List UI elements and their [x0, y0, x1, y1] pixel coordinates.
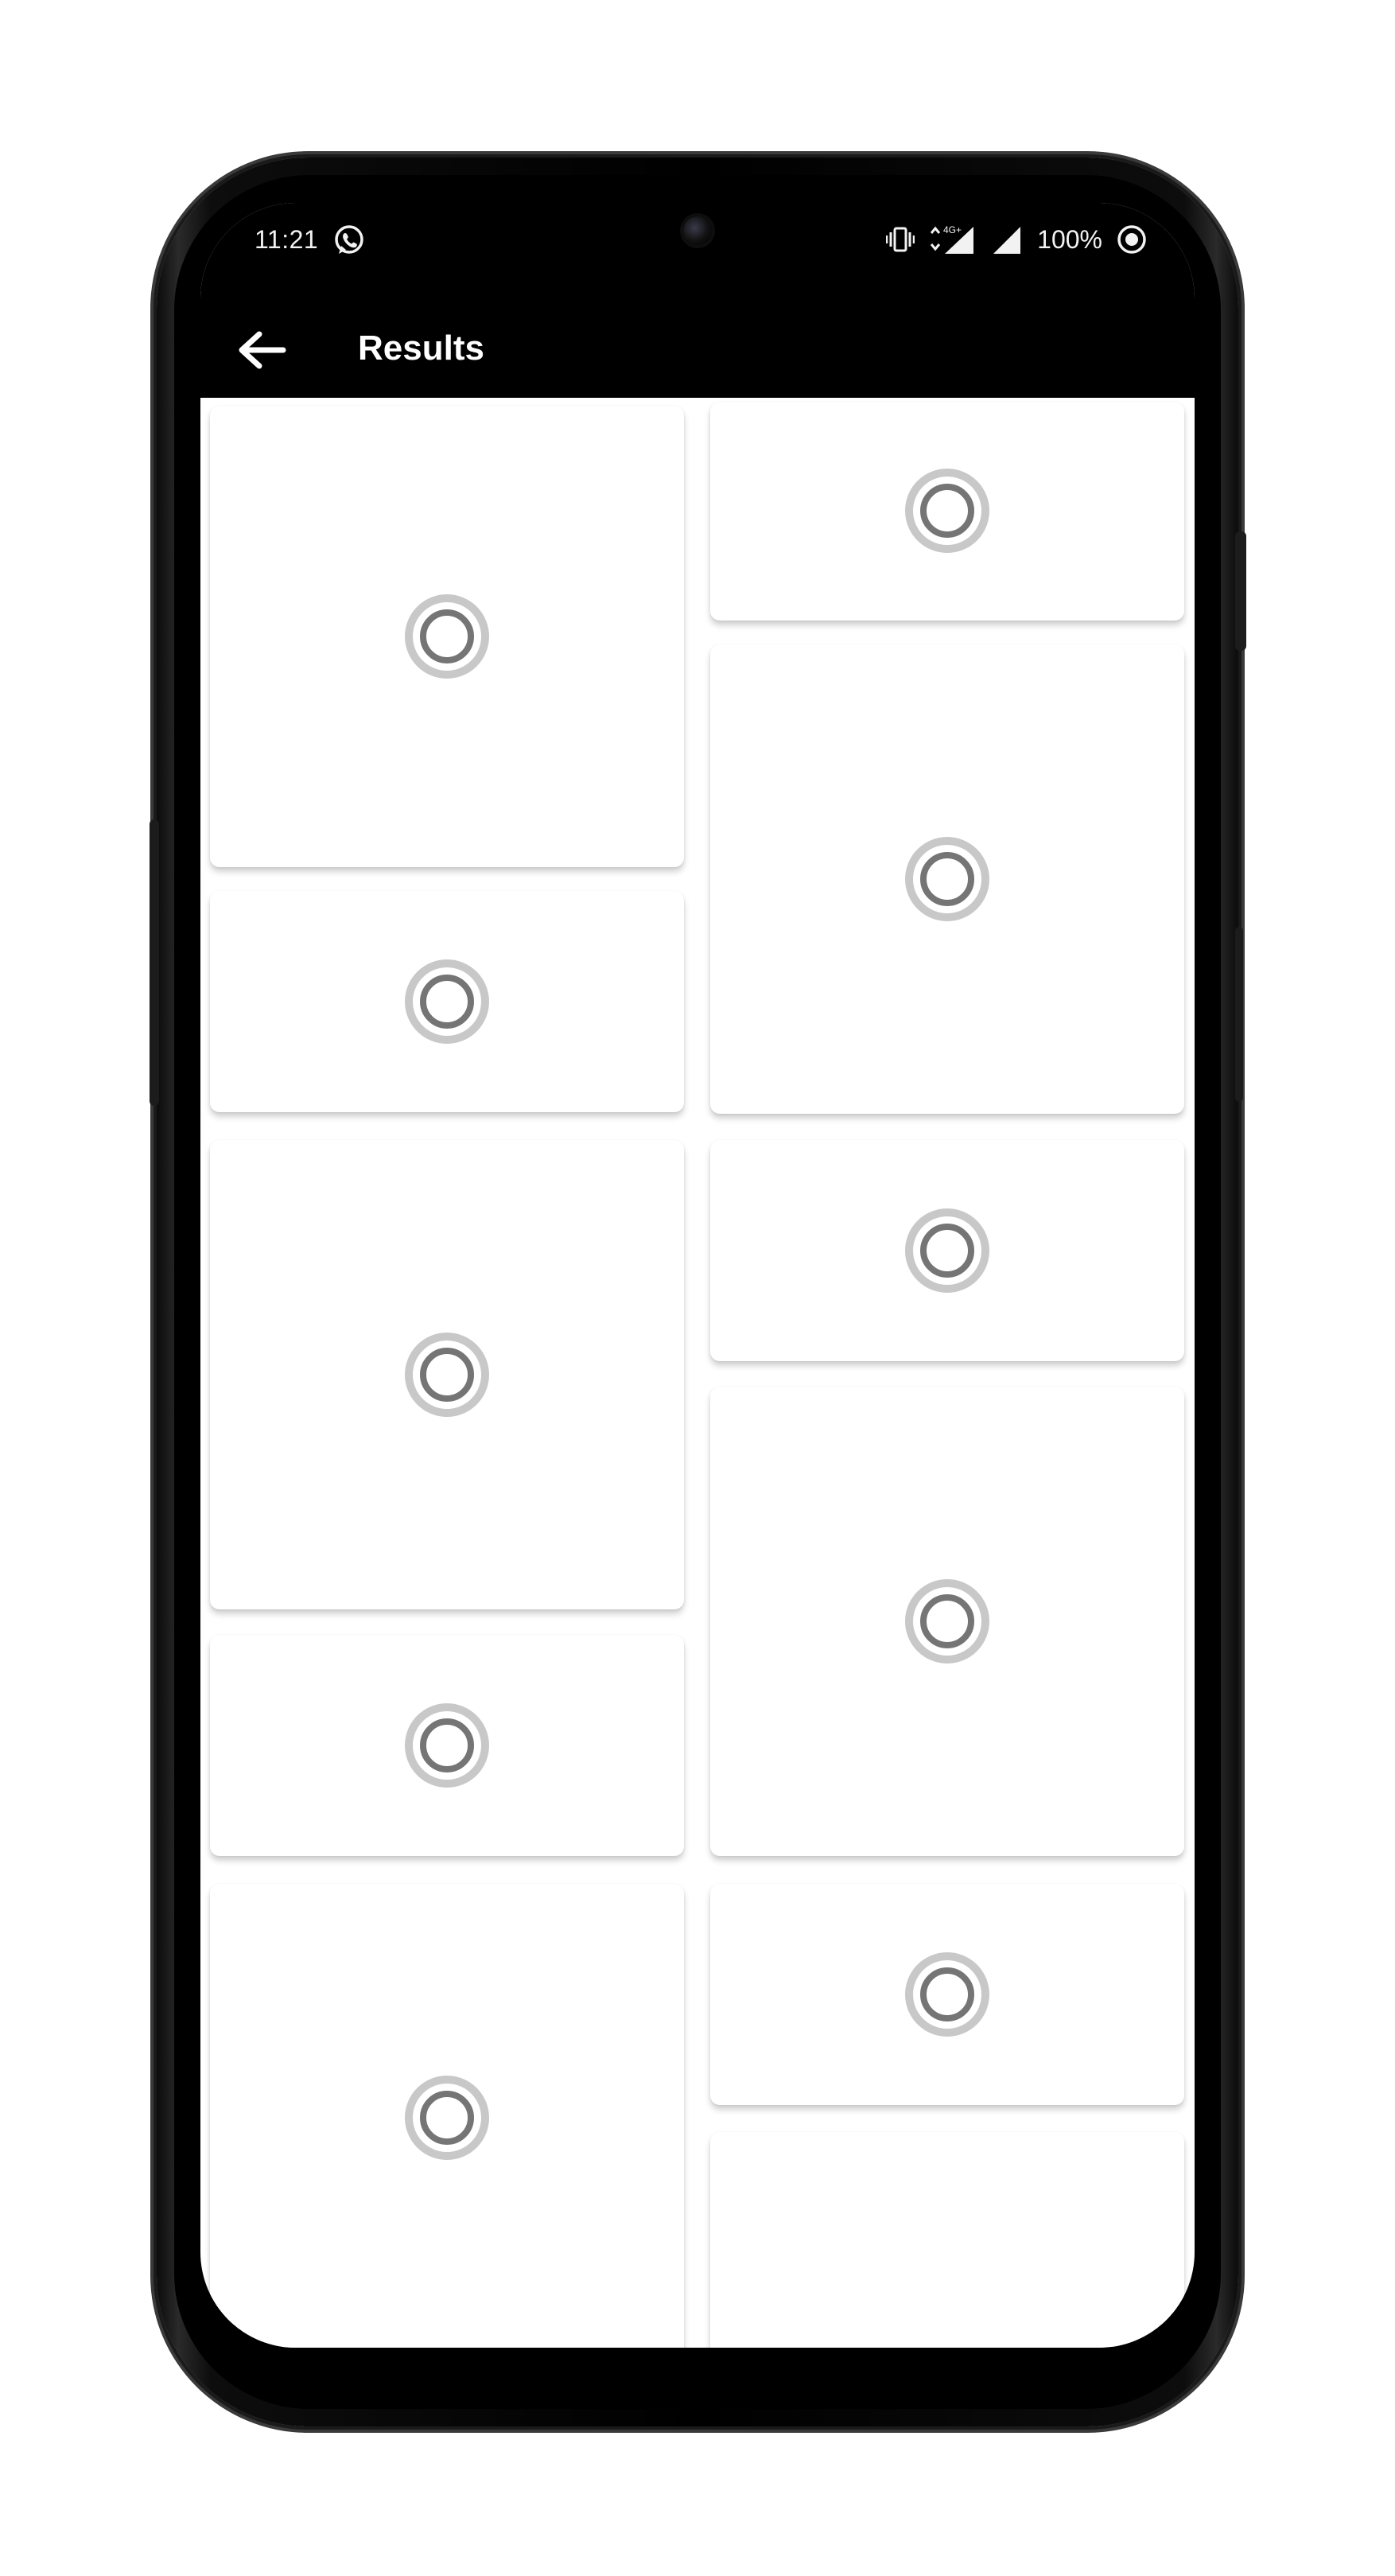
result-card[interactable]: [710, 2132, 1184, 2348]
result-card[interactable]: [710, 1884, 1184, 2105]
result-card[interactable]: [210, 1635, 684, 1856]
loading-spinner-icon: [405, 1703, 489, 1788]
page-title: Results: [358, 329, 484, 368]
status-time: 11:21: [255, 225, 319, 254]
loading-spinner-icon: [405, 594, 489, 679]
loading-spinner-icon: [905, 1208, 989, 1293]
app-header: 11:21 4G+ 100% Results: [200, 203, 1195, 398]
result-card[interactable]: [210, 1140, 684, 1609]
result-card[interactable]: [710, 1140, 1184, 1361]
result-card[interactable]: [710, 1387, 1184, 1856]
toolbar: Results: [200, 314, 1195, 386]
network-type-label: 4G+: [943, 224, 962, 235]
result-card[interactable]: [710, 644, 1184, 1114]
result-card[interactable]: [210, 406, 684, 867]
signal-icon: [993, 227, 1021, 254]
loading-spinner-icon: [905, 1579, 989, 1664]
battery-percentage: 100%: [1037, 224, 1102, 254]
device-mockup: 11:21 4G+ 100% Results: [0, 0, 1395, 2576]
result-card[interactable]: [210, 1884, 684, 2348]
battery-saver-icon: [1117, 225, 1146, 254]
loading-spinner-icon: [905, 469, 989, 553]
status-icons: 4G+ 100%: [886, 222, 1147, 257]
power-button: [1235, 531, 1246, 651]
results-grid[interactable]: [200, 398, 1195, 2348]
front-camera: [683, 216, 712, 245]
loading-spinner-icon: [905, 837, 989, 921]
loading-spinner-icon: [405, 1333, 489, 1417]
loading-spinner-icon: [405, 2076, 489, 2160]
vibrate-icon: [886, 227, 915, 252]
signal-icon: 4G+: [931, 224, 974, 254]
whatsapp-icon: [335, 225, 363, 254]
volume-button: [150, 819, 159, 1106]
arrow-left-icon[interactable]: [234, 330, 289, 370]
alert-slider: [1235, 927, 1243, 1102]
loading-spinner-icon: [905, 1952, 989, 2037]
phone-screen: 11:21 4G+ 100% Results: [200, 203, 1195, 2348]
loading-spinner-icon: [405, 959, 489, 1044]
result-card[interactable]: [710, 402, 1184, 621]
result-card[interactable]: [210, 891, 684, 1112]
